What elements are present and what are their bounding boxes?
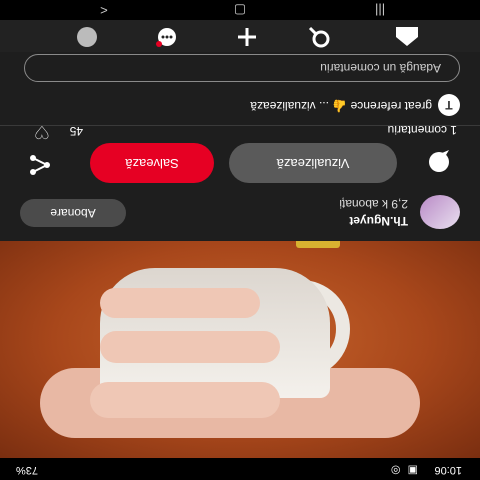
finger-shape	[100, 288, 260, 318]
commenter-avatar[interactable]: T	[438, 94, 460, 116]
pinterest-chat-icon[interactable]	[424, 147, 454, 177]
chat-glyph	[156, 28, 176, 47]
finger-shape	[100, 331, 280, 363]
add-glyph	[238, 28, 256, 46]
heart-icon[interactable]: ♡	[34, 121, 50, 142]
creator-followers: 2,9 k abonați	[339, 197, 408, 211]
save-button[interactable]: Salvează	[90, 143, 214, 183]
status-time: 10:06	[434, 464, 462, 476]
creator-name[interactable]: Th.Nguyet	[349, 214, 408, 228]
comment-input[interactable]	[24, 54, 460, 82]
bottom-tab-bar	[0, 20, 480, 52]
finger-shape	[90, 382, 280, 418]
status-icons: ▣ ◎	[388, 464, 418, 476]
recents-icon[interactable]: |||	[360, 3, 400, 18]
search-glyph	[308, 26, 330, 48]
comment-count: 1 comentariu	[387, 123, 457, 137]
notifications-icon[interactable]	[140, 24, 180, 48]
profile-glyph	[77, 27, 97, 47]
home-glyph	[396, 27, 418, 46]
share-glyph	[30, 155, 50, 175]
comment-text[interactable]: great reference 👍 ... vizualizează	[250, 99, 432, 113]
status-bar: 10:06 ▣ ◎ 73%	[0, 458, 480, 480]
battery-level: 73%	[16, 464, 39, 476]
profile-icon[interactable]	[60, 24, 100, 48]
pin-photo[interactable]	[0, 241, 480, 458]
action-row: Vizualizează Salvează	[0, 129, 480, 189]
chat-bubble-icon	[429, 150, 449, 172]
search-icon[interactable]	[292, 24, 332, 48]
creator-avatar[interactable]	[420, 195, 460, 229]
back-icon[interactable]: <	[84, 3, 124, 18]
home-icon[interactable]	[380, 24, 420, 48]
tea-tag	[296, 241, 340, 248]
add-icon[interactable]	[220, 24, 260, 48]
view-button[interactable]: Vizualizează	[229, 143, 397, 183]
home-nav-icon[interactable]: ▢	[220, 2, 260, 18]
follow-button[interactable]: Abonare	[20, 199, 126, 227]
screen: 10:06 ▣ ◎ 73% ••• > ⊡ Th.Nguyet 2,9 k ab…	[0, 0, 480, 480]
share-icon[interactable]	[22, 147, 52, 177]
creator-row: Th.Nguyet 2,9 k abonați Abonare	[0, 189, 480, 241]
system-nav-bar: ||| ▢ <	[0, 0, 480, 20]
like-count: 45	[69, 124, 83, 138]
